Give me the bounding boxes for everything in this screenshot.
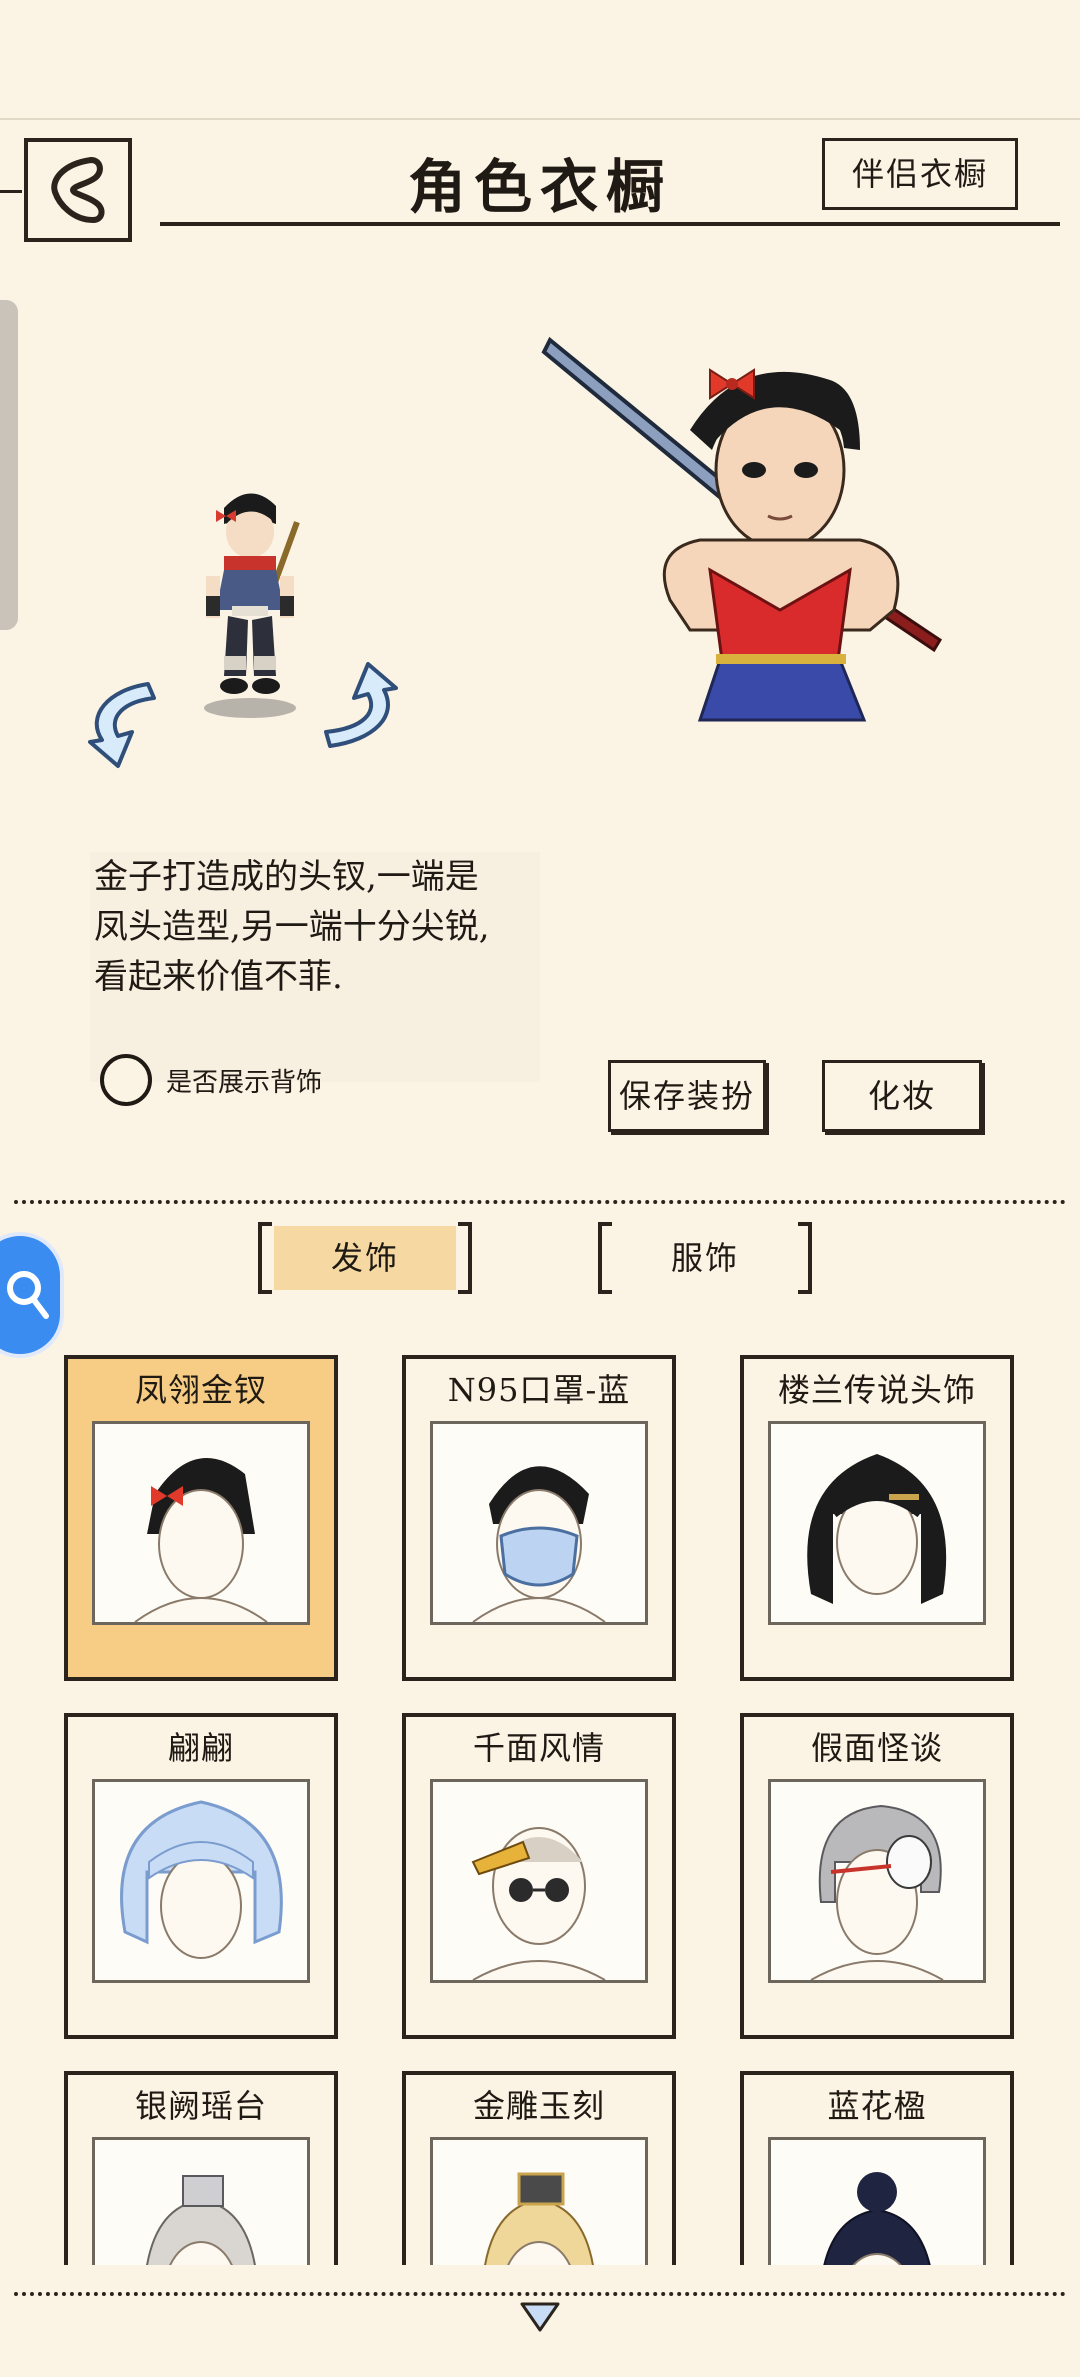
tab-hair-accessory[interactable]: 发饰 [258,1222,472,1294]
item-card[interactable]: 假面怪谈 [740,1713,1014,2039]
back-arrow-icon [51,157,105,223]
tab-bracket-left [598,1222,612,1294]
item-card[interactable]: 银阙瑶台 [64,2071,338,2265]
item-image [430,1421,648,1625]
top-status-area [0,0,1080,120]
triangle-down-icon[interactable] [518,2300,562,2334]
header-divider [160,222,1060,226]
item-name: 假面怪谈 [810,1729,943,1767]
item-card[interactable]: 千面风情 [402,1713,676,2039]
item-name: N95口罩-蓝 [447,1371,631,1409]
item-card[interactable]: 翩翩 [64,1713,338,2039]
rotate-left-icon[interactable] [78,670,188,770]
floating-search-button[interactable] [0,1232,64,1358]
section-divider-top [14,1200,1066,1204]
tab-label: 服饰 [670,1239,739,1277]
show-back-accessory-radio[interactable] [100,1054,152,1106]
search-icon [7,1271,49,1319]
loulan-headdress-thumbnail [807,1454,947,1604]
header-divider-left [0,190,22,193]
back-button[interactable] [24,138,132,242]
pianpian-hair-thumbnail [120,1800,283,1959]
side-drawer-handle[interactable] [0,300,18,630]
item-name: 翩翩 [167,1729,234,1767]
item-image [430,1779,648,1983]
character-full-preview [541,336,943,722]
tab-bracket-left [258,1222,272,1294]
jindiao-thumbnail [484,2172,594,2265]
item-name: 凤翎金钗 [134,1371,267,1409]
tab-bracket-right [458,1222,472,1294]
item-image [768,1779,986,1983]
item-card[interactable]: 楼兰传说头饰 [740,1355,1014,1681]
hair-ornament-thumbnail [134,1458,268,1622]
qianmian-thumbnail [471,1827,606,1980]
item-image [430,2137,648,2265]
item-card[interactable]: 凤翎金钗 [64,1355,338,1681]
makeup-button[interactable]: 化妆 [822,1060,982,1132]
tab-clothing[interactable]: 服饰 [598,1222,812,1294]
item-image [92,1421,310,1625]
item-image [92,1779,310,1983]
page-title: 角色衣橱 [407,153,672,221]
partner-wardrobe-button[interactable]: 伴侣衣橱 [822,138,1018,210]
show-back-accessory-label: 是否展示背饰 [166,1068,323,1098]
item-image [768,1421,986,1625]
item-image [768,2137,986,2265]
item-card[interactable]: 金雕玉刻 [402,2071,676,2265]
item-name: 金雕玉刻 [472,2087,605,2125]
tab-label: 发饰 [330,1239,399,1277]
item-name: 楼兰传说头饰 [777,1371,976,1409]
rotate-right-icon[interactable] [290,660,410,760]
item-name: 银阙瑶台 [134,2087,267,2125]
item-description: 金子打造成的头钗,一端是 凤头造型,另一端十分尖锐, 看起来价值不菲. [94,857,490,997]
item-card[interactable]: 蓝花楹 [740,2071,1014,2265]
item-name: 千面风情 [472,1729,605,1767]
item-image [92,2137,310,2265]
n95-mask-thumbnail [472,1466,606,1622]
tab-bracket-right [798,1222,812,1294]
mask-tale-thumbnail [810,1804,944,1980]
item-card[interactable]: N95口罩-蓝 [402,1355,676,1681]
lanhuaying-thumbnail [823,2172,931,2265]
item-grid: 凤翎金钗 N95口罩-蓝 楼兰传说头饰 翩翩 千面风情 假面怪谈 银阙瑶台 金雕… [64,1355,1024,2265]
section-divider-bottom [14,2292,1066,2296]
save-outfit-button[interactable]: 保存装扮 [608,1060,766,1132]
item-name: 蓝花楹 [827,2087,927,2125]
yinque-thumbnail [146,2175,256,2265]
